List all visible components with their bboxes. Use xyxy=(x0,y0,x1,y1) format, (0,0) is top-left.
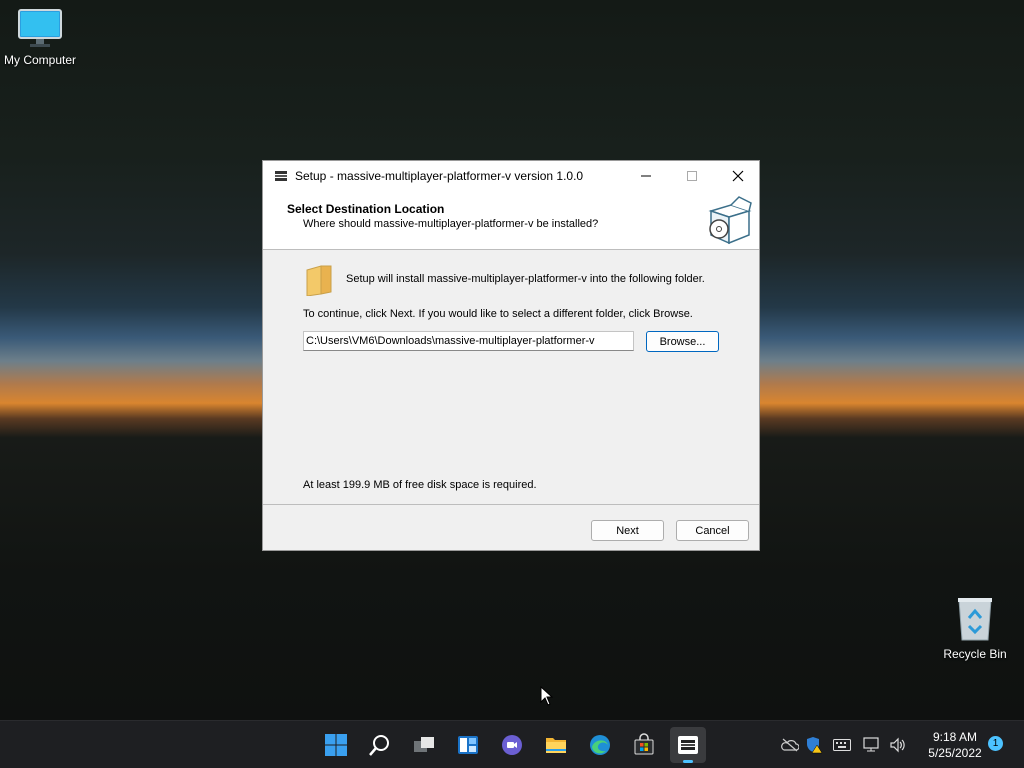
minimize-icon xyxy=(641,175,651,177)
clock-date: 5/25/2022 xyxy=(928,746,982,760)
clock-time: 9:18 AM xyxy=(932,730,978,744)
desktop-icon-label: My Computer xyxy=(3,53,77,67)
setup-app-icon xyxy=(678,736,698,754)
desktop-icon-recycle-bin[interactable]: Recycle Bin xyxy=(935,596,1015,661)
setup-window: Setup - massive-multiplayer-platformer-v… xyxy=(262,160,760,551)
desktop-icon-label: Recycle Bin xyxy=(943,647,1007,661)
browse-button[interactable]: Browse... xyxy=(646,331,719,352)
volume-icon xyxy=(890,737,905,753)
recycle-bin-icon xyxy=(958,598,992,641)
wizard-header: Select Destination Location Where should… xyxy=(263,191,759,250)
setup-app-icon xyxy=(275,171,287,181)
mouse-cursor-icon xyxy=(540,686,554,706)
search-icon xyxy=(369,735,389,756)
maximize-button[interactable] xyxy=(669,161,715,191)
network-icon xyxy=(863,737,879,752)
taskbar: 9:18 AM 5/25/2022 xyxy=(0,720,1024,768)
chat-button[interactable] xyxy=(494,727,530,763)
setup-app-taskbar-button[interactable] xyxy=(670,727,706,763)
desktop-icon-my-computer[interactable]: My Computer xyxy=(0,8,80,67)
edge-icon xyxy=(590,735,610,755)
window-title: Setup - massive-multiplayer-platformer-v… xyxy=(295,169,584,183)
wizard-body: Setup will install massive-multiplayer-p… xyxy=(263,250,759,505)
keyboard-icon xyxy=(833,739,851,751)
security-tray-button[interactable] xyxy=(804,735,824,755)
wizard-footer: Next Cancel xyxy=(263,504,759,551)
volume-tray-button[interactable] xyxy=(888,735,908,755)
folder-icon xyxy=(306,265,332,296)
store-icon xyxy=(634,733,654,755)
notification-badge[interactable]: 1 xyxy=(988,736,1003,751)
edge-button[interactable] xyxy=(582,727,618,763)
install-box-icon xyxy=(708,196,752,245)
onedrive-offline-icon xyxy=(781,738,799,752)
store-button[interactable] xyxy=(626,727,662,763)
page-heading: Select Destination Location xyxy=(287,202,445,216)
destination-path-input[interactable] xyxy=(303,331,634,351)
continue-instructions: To continue, click Next. If you would li… xyxy=(303,308,693,320)
task-view-icon xyxy=(414,737,434,752)
onedrive-tray-button[interactable] xyxy=(780,735,800,755)
search-button[interactable] xyxy=(362,727,398,763)
shield-warning-icon xyxy=(807,737,823,754)
cancel-button[interactable]: Cancel xyxy=(676,520,749,541)
task-view-button[interactable] xyxy=(406,727,442,763)
taskbar-clock[interactable]: 9:18 AM 5/25/2022 xyxy=(918,729,992,761)
next-button[interactable]: Next xyxy=(591,520,664,541)
install-description: Setup will install massive-multiplayer-p… xyxy=(346,273,705,285)
page-subheading: Where should massive-multiplayer-platfor… xyxy=(303,218,599,230)
minimize-button[interactable] xyxy=(623,161,669,191)
file-explorer-button[interactable] xyxy=(538,727,574,763)
start-button[interactable] xyxy=(318,727,354,763)
network-tray-button[interactable] xyxy=(862,735,882,755)
maximize-icon xyxy=(687,171,697,181)
chat-icon xyxy=(502,735,522,755)
widgets-button[interactable] xyxy=(450,727,486,763)
close-button[interactable] xyxy=(715,161,761,191)
keyboard-tray-button[interactable] xyxy=(832,735,852,755)
close-icon xyxy=(732,170,744,182)
start-icon xyxy=(325,734,347,756)
title-bar[interactable]: Setup - massive-multiplayer-platformer-v… xyxy=(263,161,759,191)
monitor-icon xyxy=(18,9,62,47)
disk-space-notice: At least 199.9 MB of free disk space is … xyxy=(303,479,537,491)
widgets-icon xyxy=(458,736,478,754)
file-explorer-icon xyxy=(546,738,566,753)
